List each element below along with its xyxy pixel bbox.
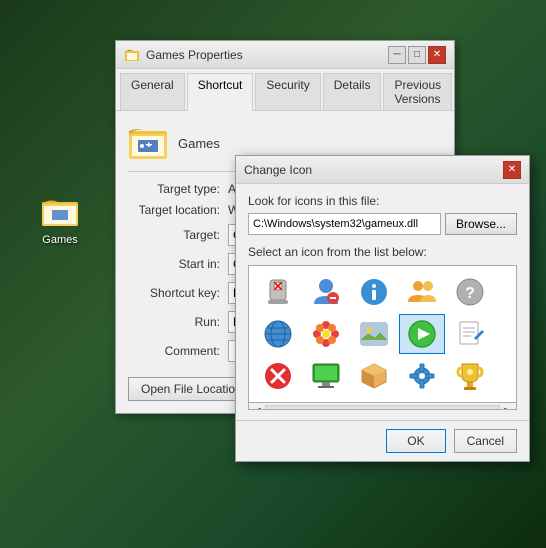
comment-label: Comment:	[128, 344, 228, 358]
icon-cell-10[interactable]	[255, 356, 301, 396]
target-location-label: Target location:	[128, 203, 228, 217]
icon-cell-11[interactable]	[303, 356, 349, 396]
ok-button[interactable]: OK	[386, 429, 445, 453]
titlebar-icon	[124, 47, 140, 63]
icons-label: Select an icon from the list below:	[248, 245, 517, 259]
change-icon-dialog: Change Icon ✕ Look for icons in this fil…	[235, 155, 530, 462]
titlebar-controls: ─ □ ✕	[388, 46, 446, 64]
icon-cell-5[interactable]	[255, 314, 301, 354]
scroll-left-arrow[interactable]: ◀	[253, 406, 261, 411]
icon-cell-8[interactable]	[399, 314, 445, 354]
file-label: Look for icons in this file:	[248, 194, 517, 208]
target-type-label: Target type:	[128, 182, 228, 196]
scroll-right-arrow[interactable]: ▶	[504, 406, 512, 411]
icon-cell-13[interactable]	[399, 356, 445, 396]
shortcut-key-label: Shortcut key:	[128, 286, 228, 300]
scrollbar-row: ◀ ▶	[249, 402, 516, 410]
desktop-icon-label: Games	[42, 234, 77, 246]
dialog-content: Look for icons in this file: Browse... S…	[236, 184, 529, 420]
icon-cell-14[interactable]	[447, 356, 493, 396]
minimize-button[interactable]: ─	[388, 46, 406, 64]
icon-cell-0[interactable]	[255, 272, 301, 312]
start-in-label: Start in:	[128, 257, 228, 271]
target-label: Target:	[128, 228, 228, 242]
icon-cell-3[interactable]	[399, 272, 445, 312]
icon-cell-4[interactable]: ?	[447, 272, 493, 312]
file-row: Browse...	[248, 213, 517, 235]
dialog-buttons: OK Cancel	[236, 420, 529, 461]
dialog-close-button[interactable]: ✕	[503, 161, 521, 179]
cancel-button[interactable]: Cancel	[454, 429, 517, 453]
scroll-track[interactable]	[265, 405, 501, 410]
titlebar-left: Games Properties	[124, 47, 243, 63]
close-button[interactable]: ✕	[428, 46, 446, 64]
icon-cell-6[interactable]	[303, 314, 349, 354]
icon-cell-12[interactable]	[351, 356, 397, 396]
tab-security[interactable]: Security	[255, 73, 320, 110]
browse-button[interactable]: Browse...	[445, 213, 517, 235]
app-name: Games	[178, 136, 220, 151]
games-window-titlebar: Games Properties ─ □ ✕	[116, 41, 454, 69]
icon-cell-7[interactable]	[351, 314, 397, 354]
titlebar-title: Games Properties	[146, 48, 243, 62]
run-label: Run:	[128, 315, 228, 329]
desktop-icon-games[interactable]: Games	[30, 190, 90, 246]
icons-grid-container: ?	[248, 265, 517, 410]
icons-grid: ?	[249, 266, 516, 402]
games-icon-large	[40, 190, 80, 230]
maximize-button[interactable]: □	[408, 46, 426, 64]
file-path-input[interactable]	[248, 213, 441, 235]
tabs-bar: General Shortcut Security Details Previo…	[116, 69, 454, 111]
icon-cell-9[interactable]	[447, 314, 493, 354]
tab-general[interactable]: General	[120, 73, 185, 110]
dialog-titlebar: Change Icon ✕	[236, 156, 529, 184]
dialog-title: Change Icon	[244, 163, 312, 177]
app-icon	[128, 123, 168, 163]
tab-previous-versions[interactable]: Previous Versions	[383, 73, 452, 110]
tab-details[interactable]: Details	[323, 73, 382, 110]
icon-cell-1[interactable]	[303, 272, 349, 312]
icon-cell-2[interactable]	[351, 272, 397, 312]
tab-shortcut[interactable]: Shortcut	[187, 73, 254, 111]
svg-text:?: ?	[465, 285, 475, 302]
